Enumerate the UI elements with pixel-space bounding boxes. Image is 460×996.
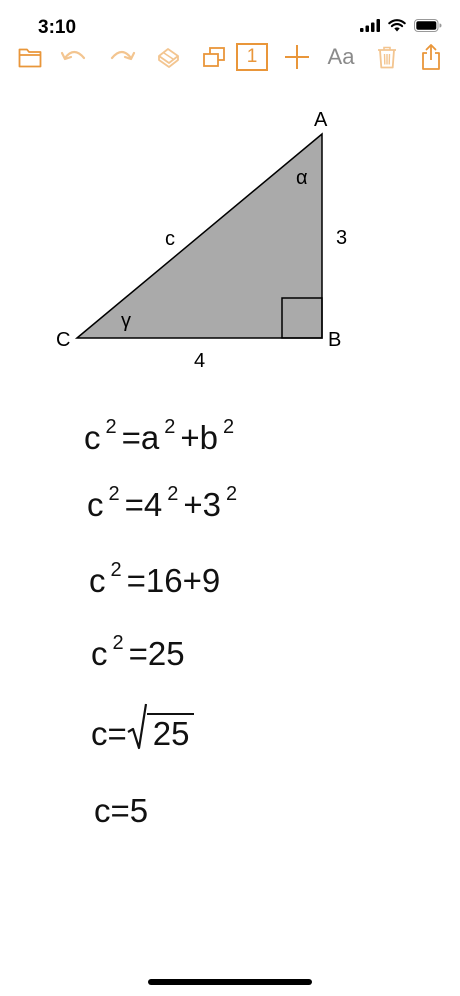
page-number-button[interactable]: 1 <box>236 40 268 74</box>
font-button[interactable]: Aa <box>324 40 358 74</box>
square-root: 25 <box>127 702 194 750</box>
side-label-horizontal: 4 <box>194 350 206 372</box>
home-indicator[interactable] <box>148 979 312 985</box>
triangle-shape <box>74 132 323 339</box>
side-label-hypotenuse: c <box>165 228 175 250</box>
radicand: 25 <box>146 713 194 750</box>
vertex-label-c: C <box>56 329 71 351</box>
status-icons <box>360 19 442 32</box>
angle-label-gamma: γ <box>121 310 131 332</box>
redo-button[interactable] <box>106 40 138 74</box>
trash-button[interactable] <box>374 40 400 74</box>
status-time: 3:10 <box>38 17 77 38</box>
equation-square-root: c= 25 <box>91 702 194 750</box>
eraser-icon <box>158 48 179 68</box>
folder-button[interactable] <box>16 40 44 74</box>
vertex-label-b: B <box>328 329 342 351</box>
folder-icon <box>18 48 42 68</box>
undo-button[interactable] <box>58 40 90 74</box>
page-number: 1 <box>236 43 268 71</box>
status-bar: 3:10 <box>0 0 460 40</box>
share-icon <box>422 44 440 70</box>
side-label-vertical: 3 <box>336 227 348 249</box>
wifi-icon <box>388 19 406 32</box>
share-button[interactable] <box>418 40 444 74</box>
angle-label-alpha: α <box>296 167 308 189</box>
duplicate-page-icon <box>203 47 225 67</box>
vertex-label-a: A <box>314 109 328 131</box>
equation-pythagorean: c 2 =a 2 +b 2 <box>84 416 235 456</box>
eraser-button[interactable] <box>154 40 184 74</box>
radical-sign-icon <box>127 703 147 750</box>
battery-icon <box>414 19 442 32</box>
duplicate-page-button[interactable] <box>200 40 228 74</box>
redo-icon <box>110 50 136 61</box>
equation-substitute: c 2 =4 2 +3 2 <box>87 483 238 523</box>
trash-icon <box>378 46 396 69</box>
cellular-icon <box>360 19 380 32</box>
add-icon <box>285 45 309 69</box>
toolbar: 1 Aa <box>0 40 460 74</box>
equation-result: c=5 <box>94 792 149 829</box>
equation-sum: c 2 =25 <box>91 632 185 672</box>
add-button[interactable] <box>282 40 312 74</box>
undo-icon <box>60 50 86 61</box>
equation-squares: c 2 =16+9 <box>89 559 221 599</box>
triangle-diagram: A B C c 3 4 α γ <box>0 100 460 380</box>
